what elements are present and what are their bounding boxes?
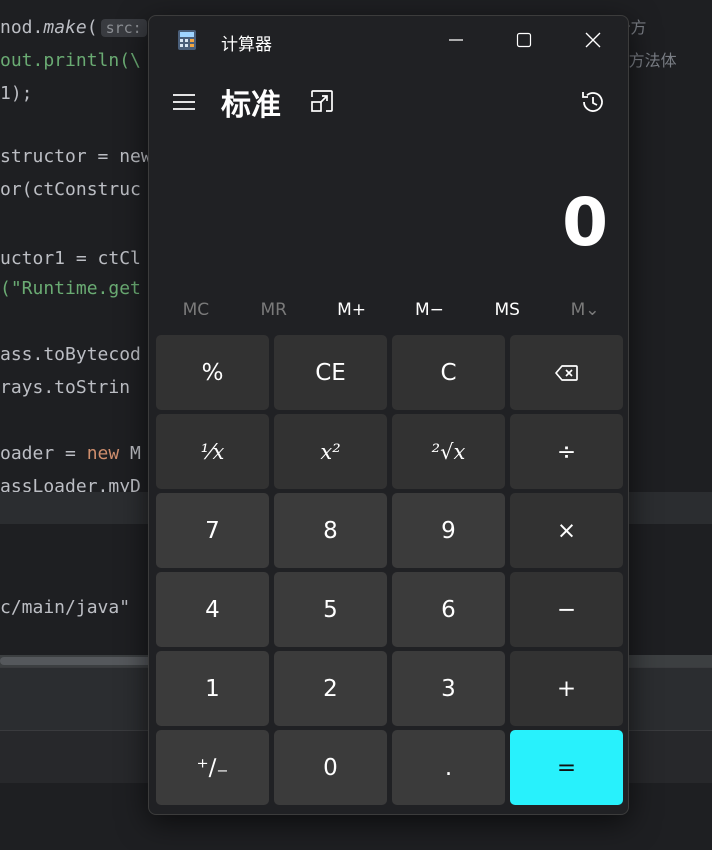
equals-key[interactable]: = xyxy=(510,730,623,805)
code-token: nod. xyxy=(0,17,44,38)
calculator-window: 计算器 标准 0 MC MR M+ M− MS M⌄ % CE C ¹⁄x x²… xyxy=(148,15,629,815)
digit-8-key[interactable]: 8 xyxy=(274,493,387,568)
memory-button-ms[interactable]: MS xyxy=(468,292,546,328)
reciprocal-key-label: ¹⁄x xyxy=(200,439,225,464)
scrollbar-thumb[interactable] xyxy=(0,657,160,665)
keep-on-top-icon[interactable] xyxy=(309,88,335,114)
history-icon[interactable] xyxy=(579,88,607,116)
calculator-header: 标准 xyxy=(149,76,628,126)
maximize-icon xyxy=(516,32,532,48)
code-token: uctor1 = ctCl xyxy=(0,248,141,269)
code-token: structor = new xyxy=(0,146,152,167)
title-bar[interactable]: 计算器 xyxy=(149,16,628,64)
digit-1-key[interactable]: 1 xyxy=(156,651,269,726)
clear-entry-key[interactable]: CE xyxy=(274,335,387,410)
decimal-key-label: . xyxy=(444,754,453,781)
backspace-icon xyxy=(554,364,578,381)
backspace-key[interactable] xyxy=(510,335,623,410)
clear-entry-key-label: CE xyxy=(315,359,346,386)
code-token: ( xyxy=(86,17,98,38)
clear-key[interactable]: C xyxy=(392,335,505,410)
code-token: M xyxy=(119,443,141,464)
clear-key-label: C xyxy=(440,359,457,386)
digit-5-key-label: 5 xyxy=(323,596,338,623)
code-line: ass.toBytecod xyxy=(0,344,141,365)
code-token: ("Runtime.get xyxy=(0,278,141,299)
hamburger-menu-icon[interactable] xyxy=(171,92,197,112)
code-token: or(ctConstruc xyxy=(0,179,141,200)
digit-7-key[interactable]: 7 xyxy=(156,493,269,568)
digit-0-key[interactable]: 0 xyxy=(274,730,387,805)
code-token: 1); xyxy=(0,83,33,104)
memory-button-m[interactable]: M⌄ xyxy=(546,292,624,328)
minimize-icon xyxy=(449,39,463,41)
subtract-key[interactable]: − xyxy=(510,572,623,647)
memory-row: MC MR M+ M− MS M⌄ xyxy=(157,292,624,328)
editor-path-line: c/main/java" xyxy=(0,597,131,618)
decimal-key[interactable]: . xyxy=(392,730,505,805)
digit-9-key[interactable]: 9 xyxy=(392,493,505,568)
digit-4-key-label: 4 xyxy=(205,596,220,623)
digit-4-key[interactable]: 4 xyxy=(156,572,269,647)
add-key-label: + xyxy=(556,675,577,702)
digit-3-key-label: 3 xyxy=(441,675,456,702)
code-token: make xyxy=(43,17,87,38)
divide-key[interactable]: ÷ xyxy=(510,414,623,489)
percent-key[interactable]: % xyxy=(156,335,269,410)
code-token: rays.toStrin xyxy=(0,377,131,398)
digit-2-key-label: 2 xyxy=(323,675,338,702)
digit-9-key-label: 9 xyxy=(441,517,456,544)
close-icon xyxy=(585,32,601,48)
square-key[interactable]: x² xyxy=(274,414,387,489)
minimize-button[interactable] xyxy=(424,16,488,64)
maximize-button[interactable] xyxy=(492,16,556,64)
multiply-key[interactable]: × xyxy=(510,493,623,568)
equals-key-label: = xyxy=(556,754,577,781)
digit-2-key[interactable]: 2 xyxy=(274,651,387,726)
divide-key-label: ÷ xyxy=(556,438,577,465)
square-root-key-label: ²√x xyxy=(431,439,466,464)
code-token: new xyxy=(86,443,120,464)
parameter-hint: src: xyxy=(100,19,147,37)
calculator-mode-title: 标准 xyxy=(221,88,281,123)
percent-key-label: % xyxy=(201,359,224,386)
window-title: 计算器 xyxy=(221,35,272,55)
calculator-app-icon xyxy=(178,30,196,50)
negate-key[interactable]: ⁺∕₋ xyxy=(156,730,269,805)
code-token: out.println(\ xyxy=(0,50,141,71)
memory-button-mc[interactable]: MC xyxy=(157,292,235,328)
code-line: or(ctConstruc xyxy=(0,179,141,200)
negate-key-label: ⁺∕₋ xyxy=(196,754,229,781)
result-display: 0 xyxy=(562,184,608,261)
digit-1-key-label: 1 xyxy=(205,675,220,702)
reciprocal-key[interactable]: ¹⁄x xyxy=(156,414,269,489)
subtract-key-label: − xyxy=(556,596,577,623)
square-root-key[interactable]: ²√x xyxy=(392,414,505,489)
digit-5-key[interactable]: 5 xyxy=(274,572,387,647)
digit-8-key-label: 8 xyxy=(323,517,338,544)
code-token: oader = xyxy=(0,443,87,464)
memory-button-mr[interactable]: MR xyxy=(235,292,313,328)
digit-0-key-label: 0 xyxy=(323,754,338,781)
code-line: rays.toStrin xyxy=(0,377,130,398)
code-token: ass.toBytecod xyxy=(0,344,141,365)
digit-7-key-label: 7 xyxy=(205,517,220,544)
code-line: ("Runtime.get xyxy=(0,278,141,299)
add-key[interactable]: + xyxy=(510,651,623,726)
multiply-key-label: × xyxy=(556,517,577,544)
digit-3-key[interactable]: 3 xyxy=(392,651,505,726)
digit-6-key-label: 6 xyxy=(441,596,456,623)
close-button[interactable] xyxy=(561,16,625,64)
square-key-label: x² xyxy=(320,439,341,464)
memory-button-m[interactable]: M− xyxy=(390,292,468,328)
memory-button-m+[interactable]: M+ xyxy=(313,292,391,328)
digit-6-key[interactable]: 6 xyxy=(392,572,505,647)
code-token: 方法体 xyxy=(628,51,677,70)
